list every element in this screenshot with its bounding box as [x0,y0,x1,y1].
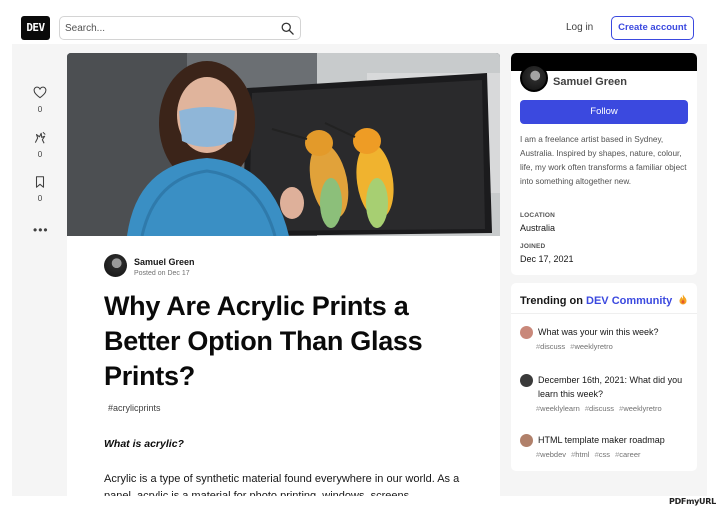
trending-tag[interactable]: weeklyretro [574,342,612,351]
trending-tags: #discuss #weeklyretro [536,342,613,351]
trending-heading: Trending on DEV Community [520,294,688,307]
bookmark-count: 0 [37,194,43,203]
trending-tag[interactable]: css [599,450,610,459]
cover-image [67,53,500,236]
login-link[interactable]: Log in [566,18,593,38]
trending-divider [511,313,697,314]
author-avatar[interactable] [104,254,127,277]
search-box[interactable] [59,16,301,40]
unicorn-reaction[interactable]: 0 [28,131,52,159]
dev-logo[interactable]: DEV [21,16,50,40]
author-profile-card: Samuel Green Follow I am a freelance art… [511,53,697,275]
profile-avatar[interactable] [520,64,548,92]
trending-tag[interactable]: discuss [540,342,565,351]
trending-tag[interactable]: weeklyretro [623,404,661,413]
reactions-rail: 0 0 0 ••• [12,44,67,496]
bookmark-icon [35,176,45,188]
fire-icon [679,294,687,305]
trending-avatar [520,374,533,387]
location-value: Australia [520,223,556,233]
article-card: Samuel Green Posted on Dec 17 Why Are Ac… [67,53,500,496]
article-body: Acrylic is a type of synthetic material … [104,473,460,496]
trending-tag[interactable]: career [619,450,640,459]
heart-reaction[interactable]: 0 [28,86,52,114]
article-subheading: What is acrylic? [104,438,184,450]
trending-tag[interactable]: html [575,450,589,459]
trending-tag[interactable]: weeklylearn [540,404,580,413]
trending-avatar [520,434,533,447]
author-name[interactable]: Samuel Green [134,257,195,267]
search-icon[interactable] [280,21,295,36]
trending-avatar [520,326,533,339]
article-title: Why Are Acrylic Prints a Better Option T… [104,291,423,391]
joined-label: JOINED [520,243,546,250]
trending-title[interactable]: HTML template maker roadmap [538,433,693,447]
bookmark-reaction[interactable]: 0 [28,175,52,203]
trending-tags: #webdev #html #css #career [536,450,641,459]
trending-title[interactable]: December 16th, 2021: What did you learn … [538,373,693,401]
trending-tags: #weeklylearn #discuss #weeklyretro [536,404,662,413]
create-account-button[interactable]: Create account [611,16,694,40]
unicorn-icon [34,131,46,144]
posted-date: Posted on Dec 17 [134,270,190,277]
joined-value: Dec 17, 2021 [520,254,574,264]
pdfmyurl-watermark: PDFmyURL [669,497,716,506]
heart-count: 0 [37,105,43,114]
location-label: LOCATION [520,212,556,219]
unicorn-count: 0 [37,150,43,159]
trending-tag[interactable]: webdev [540,450,566,459]
trending-brand[interactable]: DEV Community [586,295,672,307]
trending-prefix: Trending on [520,295,583,307]
trending-title[interactable]: What was your win this week? [538,325,693,339]
article-tag[interactable]: #acrylicprints [108,403,161,413]
heart-icon [33,86,47,99]
profile-bio: I am a freelance artist based in Sydney,… [520,135,687,186]
trending-tag[interactable]: discuss [589,404,614,413]
more-options-icon[interactable]: ••• [33,223,49,237]
search-input[interactable] [65,20,275,36]
follow-button[interactable]: Follow [520,100,688,124]
trending-card: Trending on DEV Community What was your … [511,283,697,471]
profile-name[interactable]: Samuel Green [553,76,627,88]
main-content: 0 0 0 ••• Samuel Green Posted on Dec 17 … [12,44,707,496]
